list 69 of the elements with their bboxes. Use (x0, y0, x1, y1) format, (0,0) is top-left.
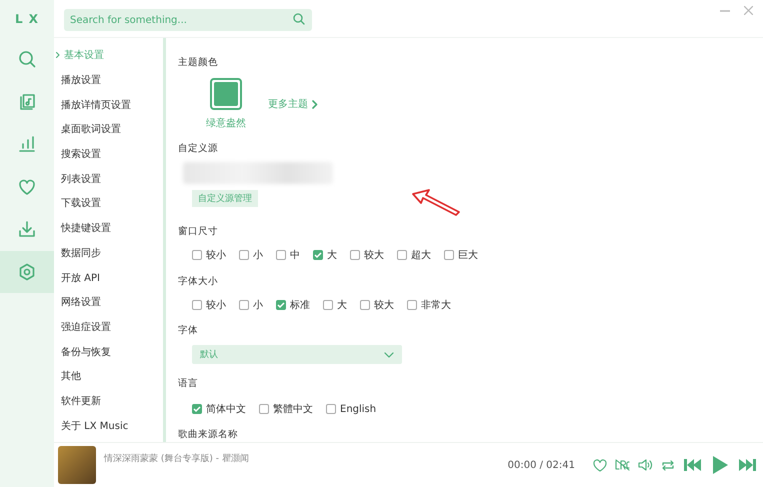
volume-button[interactable] (638, 459, 653, 471)
theme-swatch[interactable] (210, 78, 242, 110)
checkbox-option[interactable]: 繁體中文 (259, 402, 313, 416)
checkbox-option[interactable]: 超大 (397, 248, 431, 262)
settings-nav-item[interactable]: 桌面歌词设置 (54, 117, 163, 142)
settings-nav-item[interactable]: 备份与恢复 (54, 339, 163, 364)
settings-nav-item[interactable]: 快捷键设置 (54, 216, 163, 240)
section-label: 字体大小 (178, 275, 219, 289)
search-field[interactable]: Search for something... (64, 9, 312, 31)
checkbox-option[interactable]: 中 (276, 248, 300, 262)
checkbox-option[interactable]: 简体中文 (192, 402, 246, 416)
settings-nav-item[interactable]: 播放设置 (54, 68, 163, 92)
album-cover-placeholder (58, 446, 96, 484)
check-icon (277, 301, 285, 309)
play-button[interactable] (711, 455, 729, 475)
settings-nav-item[interactable]: 列表设置 (54, 166, 163, 192)
chevron-right-icon (56, 52, 60, 58)
theme-name: 绿意盎然 (206, 116, 246, 130)
repeat-button[interactable] (661, 458, 675, 472)
checkbox-option[interactable]: 较小 (192, 248, 226, 262)
settings-icon (18, 262, 36, 281)
checkbox-option[interactable]: 标准 (276, 298, 310, 312)
music-list-icon (18, 92, 36, 111)
settings-nav-item[interactable]: 搜索设置 (54, 142, 163, 166)
pointer-arrow-icon (411, 188, 461, 216)
section-label: 字体 (178, 324, 199, 338)
check-icon (193, 405, 201, 413)
section-label: 语言 (178, 377, 199, 391)
lyrics-button[interactable] (615, 459, 630, 471)
settings-nav-item[interactable]: 关于 LX Music (54, 413, 163, 438)
like-button[interactable] (593, 458, 607, 472)
checkbox-option[interactable]: 巨大 (444, 248, 478, 262)
heart-icon (18, 178, 36, 196)
settings-nav-item[interactable]: 数据同步 (54, 240, 163, 266)
settings-nav-item[interactable]: 强迫症设置 (54, 314, 163, 340)
search-icon (293, 12, 305, 24)
close-button[interactable] (744, 6, 753, 15)
checkbox-option[interactable]: 较大 (360, 298, 394, 312)
bar-chart-icon (18, 135, 36, 154)
checkbox-option[interactable]: 较大 (350, 248, 384, 262)
checkbox-option[interactable]: 非常大 (407, 298, 451, 312)
settings-nav-item[interactable]: 开放 API (54, 265, 163, 290)
settings-nav-item[interactable]: 下载设置 (54, 191, 163, 216)
checkbox-option[interactable]: 大 (323, 298, 347, 312)
settings-nav-item[interactable]: 网络设置 (54, 290, 163, 315)
chevron-down-icon (384, 352, 394, 358)
checkbox-option[interactable]: 大 (313, 248, 337, 262)
checkbox-option[interactable]: 小 (239, 298, 263, 312)
previous-button[interactable] (683, 458, 703, 472)
section-label: 主题颜色 (178, 56, 219, 70)
chevron-right-icon (312, 100, 318, 108)
checkbox-option[interactable]: 小 (239, 248, 263, 262)
settings-nav-item[interactable]: 播放详情页设置 (54, 92, 163, 118)
search-icon (18, 50, 36, 68)
next-button[interactable] (737, 458, 757, 472)
download-icon (18, 220, 36, 238)
section-label: 窗口尺寸 (178, 225, 219, 239)
checkbox-option[interactable]: 较小 (192, 298, 226, 312)
minimize-button[interactable] (720, 10, 730, 12)
checkbox-option[interactable]: English (326, 402, 376, 416)
check-icon (314, 251, 322, 259)
settings-nav-item[interactable]: 软件更新 (54, 388, 163, 414)
song-title: 情深深雨蒙蒙 (舞台专享版) - 瞿灝闻 (104, 452, 249, 465)
settings-tab[interactable] (0, 250, 54, 293)
section-label: 自定义源 (178, 142, 219, 156)
playback-time: 00:00 / 02:41 (508, 460, 575, 470)
section-label: 歌曲来源名称 (178, 428, 239, 442)
app-logo: L X (14, 11, 40, 28)
settings-nav-item[interactable]: 其他 (54, 364, 163, 389)
